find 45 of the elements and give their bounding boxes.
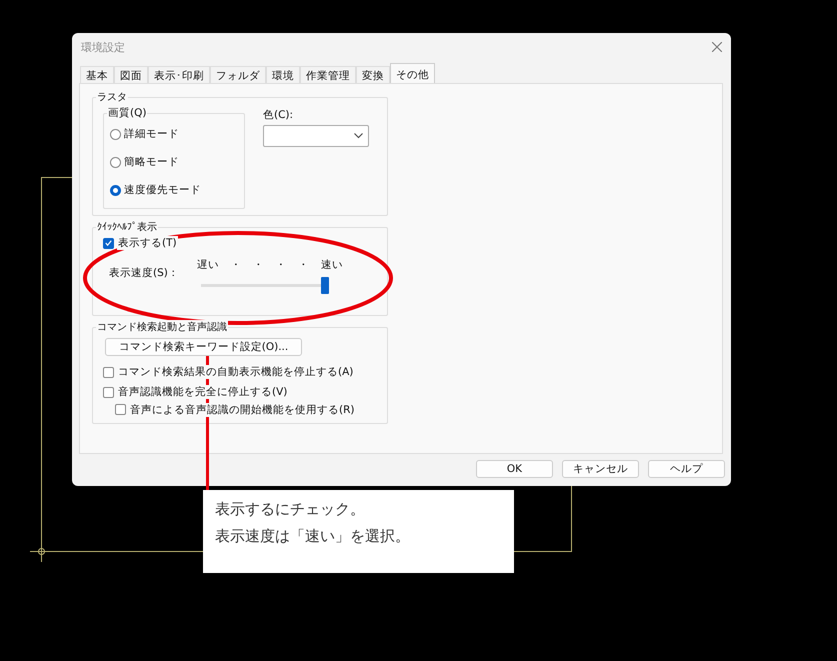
tab[interactable]: 環境 (266, 66, 300, 83)
checkbox-label[interactable]: 表示する(T) (117, 236, 178, 250)
checkbox[interactable] (103, 366, 114, 378)
scale-dot: ・ (253, 258, 264, 272)
radio-button[interactable] (110, 156, 121, 168)
group-title: 画質(Q) (107, 106, 148, 120)
dialog-button[interactable]: OK (476, 460, 553, 478)
scale-dot: ・ (230, 258, 242, 272)
tab[interactable]: 作業管理 (300, 66, 356, 83)
checkbox[interactable] (103, 386, 114, 398)
tab[interactable]: フォルダ (210, 66, 266, 83)
tab[interactable]: 変換 (356, 66, 390, 83)
group-title: ｸｲｯｸﾍﾙﾌﾟ表示 (96, 220, 158, 234)
tab[interactable]: 基本 (80, 66, 114, 83)
radio-label[interactable]: 簡略モード (124, 155, 179, 169)
checkbox-label[interactable]: コマンド検索結果の自動表示機能を停止する(A) (117, 365, 354, 379)
checkbox[interactable] (103, 238, 114, 248)
keyword-settings-button[interactable]: コマンド検索キーワード設定(O)... (105, 338, 302, 356)
checkbox-label[interactable]: 音声認識機能を完全に停止する(V) (117, 385, 288, 399)
checkbox-label[interactable]: 音声による音声認識の開始機能を使用する(R) (129, 402, 356, 416)
callout-text: 表示速度は「速い」を選択。 (215, 527, 411, 546)
scale-label: 遅い (196, 258, 219, 272)
callout-text: 表示するにチェック。 (215, 500, 366, 519)
close-icon[interactable] (712, 42, 722, 52)
tab[interactable]: その他 (390, 63, 435, 83)
radio-button[interactable] (110, 184, 121, 196)
dialog-button[interactable]: キャンセル (562, 460, 639, 478)
scale-dot: ・ (276, 258, 287, 272)
group-title: ラスタ (96, 91, 128, 104)
speed-label: 表示速度(S)： (109, 266, 179, 280)
group-title: コマンド検索起動と音声認識 (96, 320, 228, 334)
color-label: 色(C): (263, 108, 294, 122)
slider-thumb[interactable] (320, 277, 329, 294)
tab[interactable]: 表示･印刷 (148, 66, 210, 83)
checkbox[interactable] (115, 404, 126, 415)
window-title: 環境設定 (81, 40, 125, 54)
scale-dot: ・ (298, 258, 310, 272)
color-dropdown[interactable] (263, 125, 369, 147)
radio-label[interactable]: 速度優先モード (124, 183, 201, 197)
dialog-button[interactable]: ヘルプ (648, 460, 725, 478)
tab[interactable]: 図面 (114, 66, 148, 83)
chevron-icon (354, 133, 363, 139)
scale-label: 速い (320, 258, 343, 272)
radio-label[interactable]: 詳細モード (124, 127, 179, 141)
radio-button[interactable] (110, 128, 121, 140)
